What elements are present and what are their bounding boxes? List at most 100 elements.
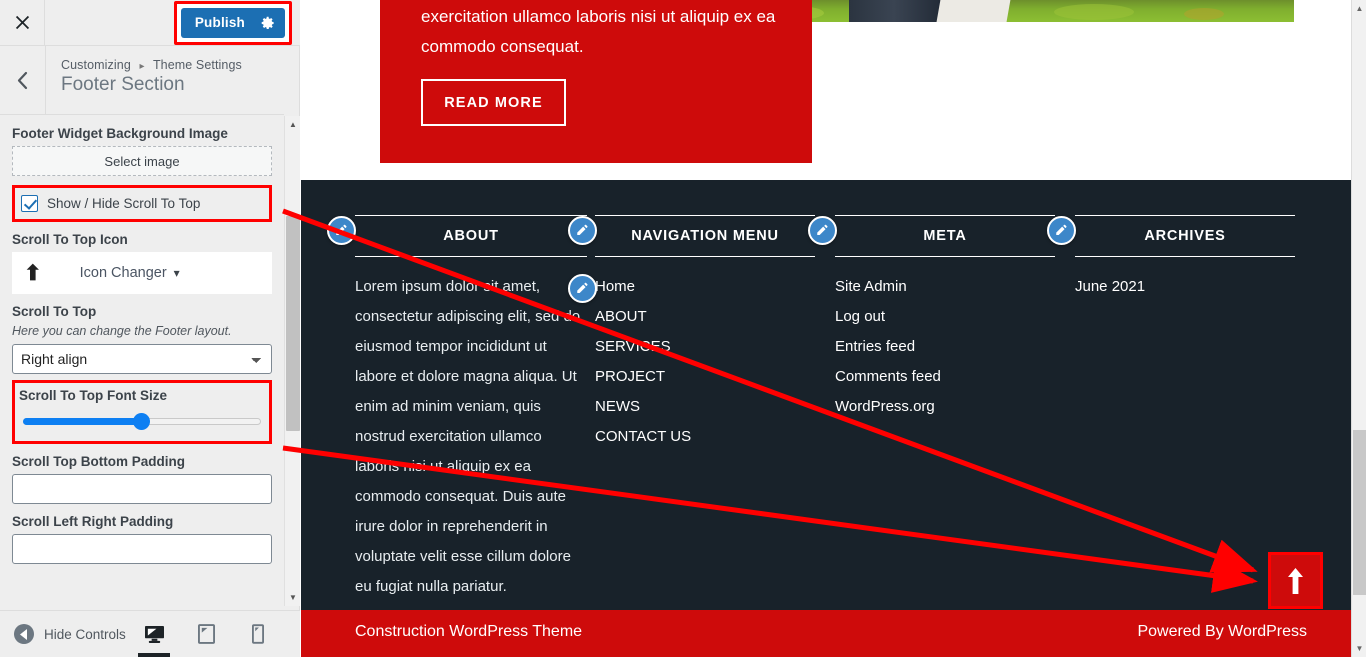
footer-column-body: Home ABOUT SERVICES PROJECT NEWS CONTACT… — [595, 272, 815, 452]
scrollbar-thumb[interactable] — [1353, 430, 1366, 595]
footer-column-heading: NAVIGATION MENU — [595, 215, 815, 257]
scrollbar-up-arrow-icon[interactable]: ▲ — [1352, 0, 1366, 17]
footer-column-body: June 2021 — [1075, 272, 1295, 302]
edit-widget-icon[interactable] — [327, 216, 356, 245]
scrollbar-thumb[interactable] — [286, 216, 300, 431]
show-hide-label: Show / Hide Scroll To Top — [47, 196, 201, 211]
customizer-header: Publish — [0, 0, 300, 46]
footer-copyright-text: Construction WordPress Theme — [355, 623, 583, 640]
icon-changer-dropdown[interactable]: ⬆ Icon Changer ▾ — [12, 252, 272, 294]
list-item[interactable]: NEWS — [595, 392, 815, 422]
chevron-left-icon — [17, 71, 28, 89]
device-preview-buttons — [138, 620, 286, 657]
list-item[interactable]: Log out — [835, 302, 1055, 332]
mobile-icon — [252, 624, 264, 644]
hero-red-panel: exercitation ullamco laboris nisi ut ali… — [380, 0, 812, 163]
scroll-top-bottom-padding-input[interactable] — [12, 474, 272, 504]
breadcrumb: Customizing ▸ Theme Settings — [61, 58, 242, 72]
breadcrumb-root[interactable]: Customizing — [61, 58, 131, 72]
list-item[interactable]: PROJECT — [595, 362, 815, 392]
lr-padding-label: Scroll Left Right Padding — [12, 514, 174, 529]
list-item[interactable]: WordPress.org — [835, 392, 1055, 422]
meta-list: Site Admin Log out Entries feed Comments… — [835, 272, 1055, 422]
sidebar-scrollbar[interactable]: ▲ ▼ — [284, 116, 300, 606]
hero-photo-object — [936, 0, 1012, 22]
list-item[interactable]: ABOUT — [595, 302, 815, 332]
publish-label: Publish — [194, 15, 245, 30]
checkbox-checked-icon[interactable] — [21, 195, 38, 212]
bottom-padding-label: Scroll Top Bottom Padding — [12, 454, 185, 469]
footer-column-heading: META — [835, 215, 1055, 257]
site-footer: ABOUT Lorem ipsum dolor sit amet, consec… — [301, 180, 1351, 610]
show-hide-highlight: Show / Hide Scroll To Top — [12, 185, 272, 222]
footer-column-archives: ARCHIVES June 2021 — [1075, 215, 1295, 302]
footer-column-about: ABOUT Lorem ipsum dolor sit amet, consec… — [355, 215, 587, 602]
list-item[interactable]: Entries feed — [835, 332, 1055, 362]
device-desktop-button[interactable] — [138, 620, 170, 657]
desktop-icon — [144, 625, 164, 643]
footer-layout-select[interactable]: Left align Center align Right align — [12, 344, 272, 374]
breadcrumb-parent[interactable]: Theme Settings — [153, 58, 242, 72]
tablet-icon — [197, 624, 215, 644]
scrollbar-down-arrow-icon[interactable]: ▼ — [1352, 640, 1366, 657]
close-customizer-button[interactable] — [0, 0, 45, 45]
footer-column-heading: ARCHIVES — [1075, 215, 1295, 257]
scroll-to-top-highlight — [1268, 552, 1323, 609]
font-size-slider[interactable] — [19, 411, 265, 431]
back-button[interactable] — [0, 46, 46, 114]
publish-button[interactable]: Publish — [180, 7, 285, 38]
sidebar-footer: Hide Controls — [0, 610, 300, 657]
gear-icon[interactable] — [261, 16, 275, 30]
bg-image-label: Footer Widget Background Image — [12, 126, 228, 141]
read-more-button[interactable]: READ MORE — [421, 79, 566, 126]
hero-photo-person — [849, 0, 949, 22]
footer-powered-by-text: Powered By WordPress — [1137, 623, 1307, 640]
arrow-up-icon: ⬆ — [24, 261, 42, 285]
arrow-up-icon — [1288, 567, 1303, 594]
preview-scrollbar[interactable]: ▲ ▼ — [1351, 0, 1366, 657]
publish-highlight: Publish — [173, 0, 292, 45]
footer-column-body: Lorem ipsum dolor sit amet, consectetur … — [355, 272, 587, 602]
archives-list: June 2021 — [1075, 272, 1295, 302]
edit-widget-icon[interactable] — [1047, 216, 1076, 245]
show-hide-scroll-to-top-checkbox[interactable]: Show / Hide Scroll To Top — [21, 195, 263, 212]
edit-widget-icon[interactable] — [808, 216, 837, 245]
footer-bottom-bar: Construction WordPress Theme Powered By … — [301, 610, 1351, 657]
hero-paragraph: exercitation ullamco laboris nisi ut ali… — [421, 7, 776, 56]
list-item[interactable]: SERVICES — [595, 332, 815, 362]
scroll-to-top-button[interactable] — [1271, 555, 1320, 606]
scroll-to-top-label: Scroll To Top — [12, 304, 97, 319]
slider-fill — [23, 418, 142, 425]
footer-column-meta: META Site Admin Log out Entries feed Com… — [835, 215, 1055, 422]
list-item[interactable]: Comments feed — [835, 362, 1055, 392]
footer-column-heading: ABOUT — [355, 215, 587, 257]
list-item[interactable]: Home — [595, 272, 815, 302]
list-item[interactable]: CONTACT US — [595, 422, 815, 452]
about-paragraph: Lorem ipsum dolor sit amet, consectetur … — [355, 278, 581, 595]
select-image-button[interactable]: Select image — [12, 146, 272, 176]
list-item[interactable]: June 2021 — [1075, 272, 1295, 302]
hide-controls-button[interactable]: Hide Controls — [14, 624, 126, 644]
slider-thumb[interactable] — [133, 413, 151, 430]
theme-preview-frame: exercitation ullamco laboris nisi ut ali… — [301, 0, 1351, 657]
page-title: Footer Section — [61, 74, 185, 95]
scrollbar-down-arrow-icon[interactable]: ▼ — [285, 589, 301, 606]
hero-section: exercitation ullamco laboris nisi ut ali… — [301, 0, 1351, 180]
controls-list: Footer Widget Background Image Select im… — [0, 116, 284, 606]
scroll-to-top-description: Here you can change the Footer layout. — [12, 324, 232, 338]
scroll-top-icon-label: Scroll To Top Icon — [12, 232, 128, 247]
edit-widget-icon[interactable] — [568, 216, 597, 245]
edit-widget-icon[interactable] — [568, 274, 597, 303]
device-mobile-button[interactable] — [244, 620, 272, 648]
customizer-sidebar: Publish Customizing ▸ Theme Settings Foo… — [0, 0, 300, 657]
scrollbar-up-arrow-icon[interactable]: ▲ — [285, 116, 301, 133]
device-tablet-button[interactable] — [192, 620, 220, 648]
hide-controls-label: Hide Controls — [44, 626, 126, 642]
list-item[interactable]: Site Admin — [835, 272, 1055, 302]
icon-changer-label: Icon Changer — [79, 265, 167, 281]
chevron-down-icon: ▾ — [173, 266, 180, 280]
footer-column-navigation-menu: NAVIGATION MENU Home ABOUT SERVICES PROJ… — [595, 215, 815, 452]
font-size-label: Scroll To Top Font Size — [19, 388, 167, 403]
scroll-left-right-padding-input[interactable] — [12, 534, 272, 564]
footer-column-body: Site Admin Log out Entries feed Comments… — [835, 272, 1055, 422]
